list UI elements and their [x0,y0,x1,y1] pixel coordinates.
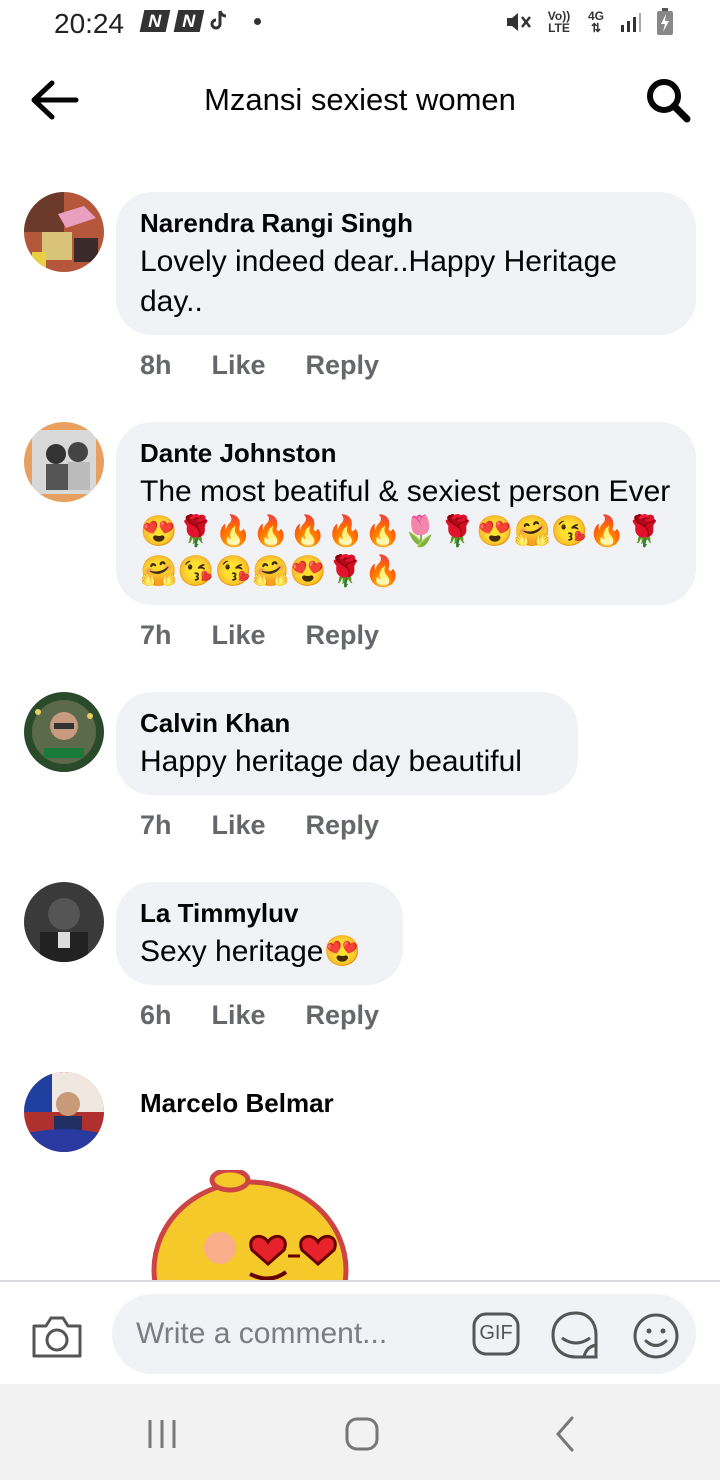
comment-composer: GIF [0,1280,720,1386]
page-title: Mzansi sexiest women [204,82,516,117]
comment-author[interactable]: Dante Johnston [140,438,672,468]
app-header: Mzansi sexiest women [0,60,720,140]
comment-actions: 6h Like Reply [140,1000,379,1031]
status-time: 20:24 [54,8,125,39]
avatar[interactable] [24,692,104,772]
camera-icon[interactable] [30,1314,84,1360]
comment-author[interactable]: Calvin Khan [140,708,554,738]
recent-apps-icon[interactable] [142,1414,182,1454]
like-button[interactable]: Like [212,350,266,381]
comment-actions: 7h Like Reply [140,620,379,651]
home-icon[interactable] [342,1414,382,1454]
reply-button[interactable]: Reply [306,810,380,841]
comment-text: Lovely indeed dear..Happy Heritage day.. [140,245,617,318]
network-type-label: 4G ⇅ [587,9,604,35]
avatar[interactable] [24,1072,104,1152]
tiktok-icon [210,10,227,30]
comment-actions: 8h Like Reply [140,350,379,381]
comment-author[interactable]: Marcelo Belmar [140,1088,334,1118]
comment-text: Happy heritage day beautiful [140,745,522,778]
reply-button[interactable]: Reply [306,1000,380,1031]
avatar[interactable] [24,882,104,962]
more-notifications-dot-icon [254,17,261,25]
back-icon[interactable] [546,1414,586,1454]
n-notification-icon: N [139,10,171,32]
sticker-icon[interactable] [550,1310,602,1360]
status-notification-icons: N N [139,10,261,32]
comment-text: Sexy heritage😍 [140,935,361,968]
comment-bubble[interactable]: La Timmyluv Sexy heritage😍 [116,882,403,985]
volte-label: Vo)) LTE [547,9,571,35]
status-system-icons: Vo)) LTE 4G ⇅ [504,8,674,36]
emoji-icon[interactable] [632,1312,680,1360]
gif-label: GIF [479,1322,513,1344]
reply-button[interactable]: Reply [306,350,380,381]
search-icon[interactable] [644,76,692,124]
comment-bubble[interactable]: Calvin Khan Happy heritage day beautiful [116,692,578,795]
n-notification-icon-2: N [173,10,205,32]
signal-icon [621,13,641,32]
comment-input[interactable] [112,1294,696,1374]
comment-timestamp[interactable]: 7h [140,620,172,651]
avatar[interactable] [24,192,104,272]
like-button[interactable]: Like [212,1000,266,1031]
battery-charging-icon [657,8,673,35]
system-navigation-bar [0,1384,720,1480]
like-button[interactable]: Like [212,620,266,651]
comment-timestamp[interactable]: 8h [140,350,172,381]
status-bar: 20:24 N N Vo)) LTE 4G ⇅ [0,0,720,48]
mute-icon [507,13,531,31]
gif-button[interactable]: GIF [472,1312,520,1356]
comment-author[interactable]: Narendra Rangi Singh [140,208,672,238]
sticker-image[interactable] [150,1170,350,1282]
like-button[interactable]: Like [212,810,266,841]
reply-button[interactable]: Reply [306,620,380,651]
comment-timestamp[interactable]: 7h [140,810,172,841]
comment-timestamp[interactable]: 6h [140,1000,172,1031]
avatar[interactable] [24,422,104,502]
comment-text: The most beatiful & sexiest person Ever😍… [140,475,671,588]
comment-author[interactable]: La Timmyluv [140,898,379,928]
comment-bubble[interactable]: Narendra Rangi Singh Lovely indeed dear.… [116,192,696,335]
comment-bubble[interactable]: Dante Johnston The most beatiful & sexie… [116,422,696,605]
comment-actions: 7h Like Reply [140,810,379,841]
